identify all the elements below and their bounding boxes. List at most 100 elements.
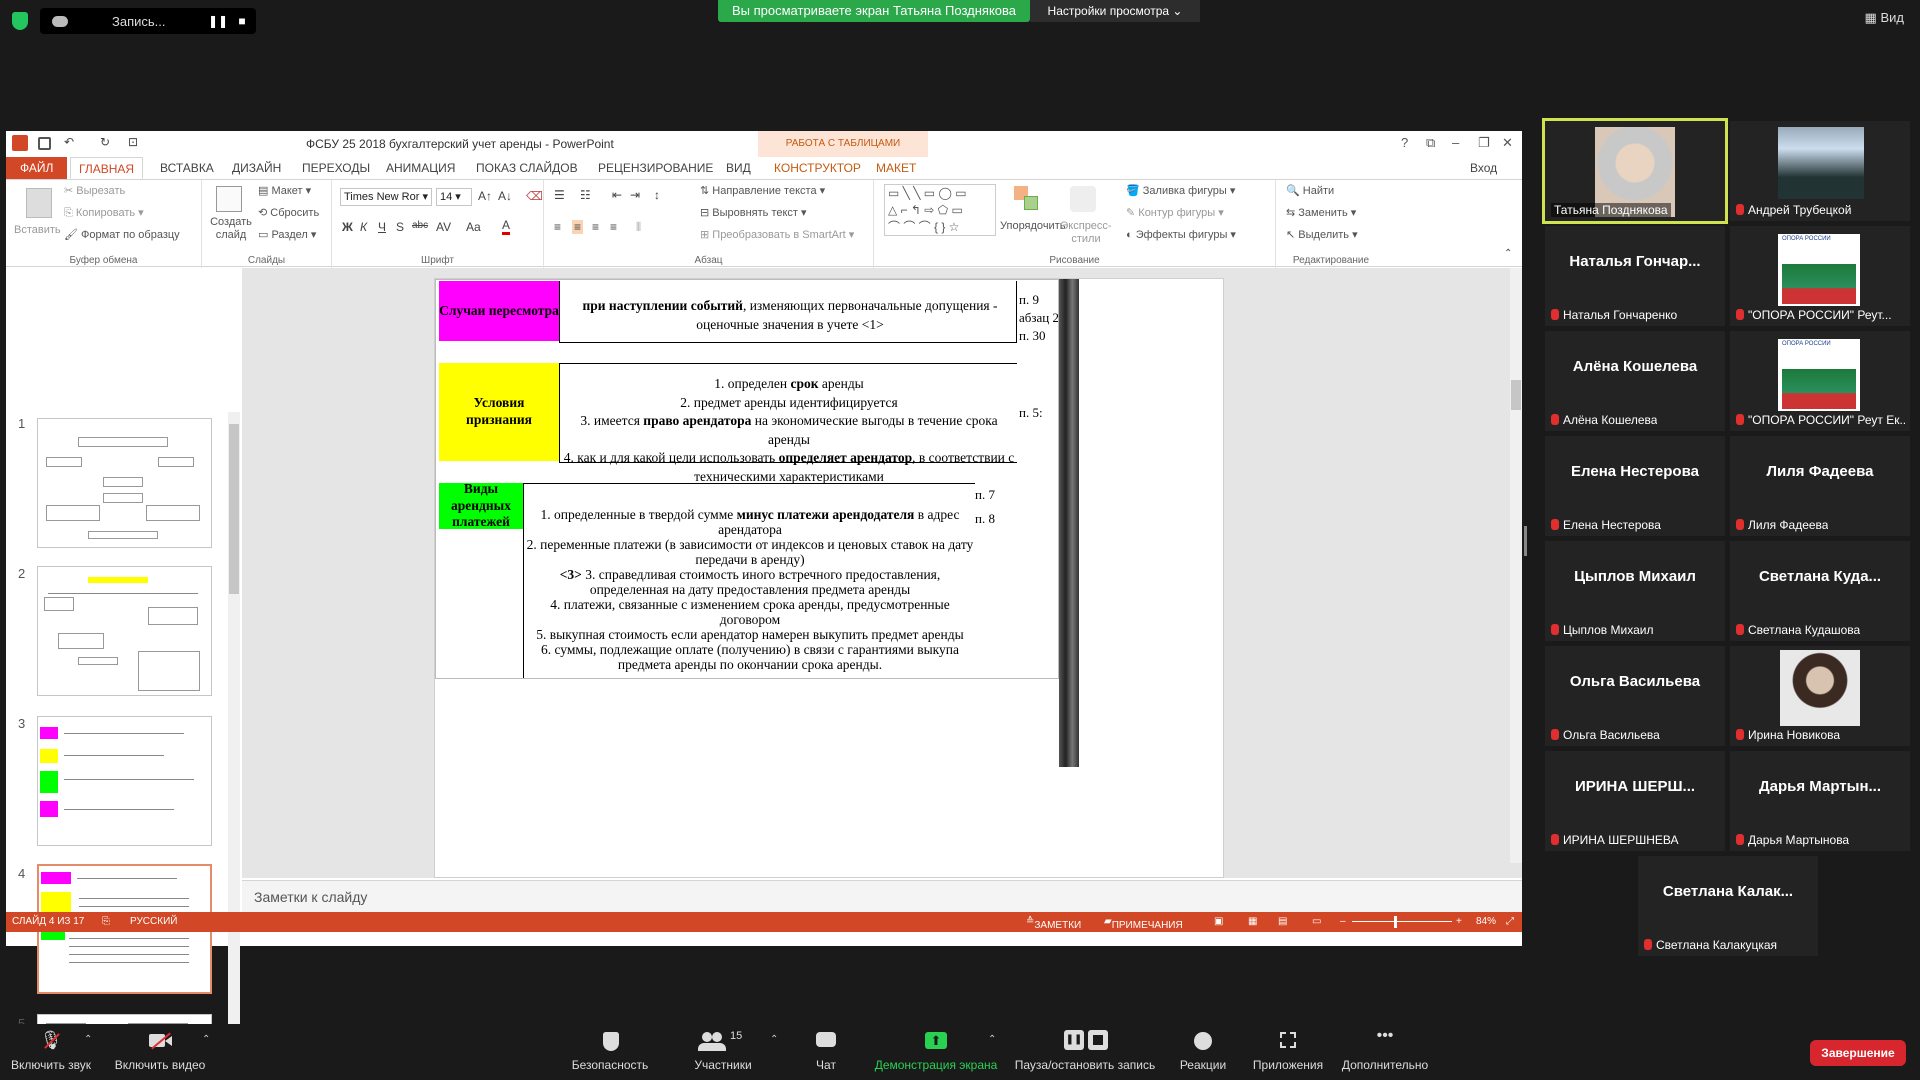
tab-slideshow[interactable]: ПОКАЗ СЛАЙДОВ: [468, 157, 586, 179]
tab-design[interactable]: ДИЗАЙН: [224, 157, 289, 179]
audio-options-chevron-icon[interactable]: ⌃: [84, 1034, 92, 1045]
quick-styles-button[interactable]: Экспресс-стили: [1058, 220, 1114, 246]
participant-tile[interactable]: Ольга Васильева Ольга Васильева: [1545, 646, 1725, 746]
italic-icon[interactable]: К: [360, 220, 367, 234]
participants-button[interactable]: 15 Участники: [680, 1030, 766, 1072]
participant-tile[interactable]: Елена Нестерова Елена Нестерова: [1545, 436, 1725, 536]
security-button[interactable]: Безопасность: [570, 1030, 650, 1072]
stop-recording-icon[interactable]: ■: [232, 11, 252, 31]
more-button[interactable]: ••• Дополнительно: [1338, 1028, 1432, 1073]
apps-button[interactable]: Приложения: [1246, 1030, 1330, 1072]
shape-fill-button[interactable]: 🪣 Заливка фигуры ▾: [1126, 184, 1235, 197]
slideshow-icon[interactable]: ▭: [1312, 916, 1321, 927]
minimize-icon[interactable]: –: [1452, 135, 1459, 150]
change-case-icon[interactable]: Aa: [466, 220, 481, 234]
zoom-slider-thumb[interactable]: [1394, 916, 1397, 928]
participant-tile-speaker[interactable]: Татьяна Позднякова: [1542, 118, 1728, 224]
participant-tile[interactable]: Ирина Новикова: [1730, 646, 1910, 746]
collapse-ribbon-icon[interactable]: ⌃: [1504, 248, 1512, 259]
shield-icon[interactable]: [12, 12, 28, 30]
start-video-button[interactable]: Включить видео: [112, 1030, 208, 1072]
current-slide[interactable]: Случаи пересмотра при наступлении событи…: [434, 278, 1224, 878]
slide-scroll-thumb[interactable]: [1511, 380, 1521, 410]
slide-thumbnail-2[interactable]: [37, 566, 212, 696]
participant-tile[interactable]: Лиля Фадеева Лиля Фадеева: [1730, 436, 1910, 536]
shapes-gallery[interactable]: ▭ ╲ ╲ ▭ ◯ ▭ △ ⌐ ↰ ⇨ ⬠ ▭ ⌒ ⌒ ⌒ { } ☆: [884, 184, 996, 236]
save-icon[interactable]: [38, 137, 51, 150]
participant-tile[interactable]: Дарья Мартын... Дарья Мартынова: [1730, 751, 1910, 851]
paste-icon[interactable]: [26, 188, 52, 218]
strikethrough-icon[interactable]: abc: [412, 220, 428, 231]
view-button[interactable]: ▦ Вид: [1865, 10, 1904, 26]
paste-button[interactable]: Вставить: [14, 224, 61, 236]
arrange-button[interactable]: Упорядочить: [1000, 220, 1065, 232]
shape-effects-button[interactable]: ◐ Эффекты фигуры ▾: [1126, 228, 1236, 241]
columns-icon[interactable]: ⫴: [636, 220, 641, 235]
video-options-chevron-icon[interactable]: ⌃: [202, 1034, 210, 1045]
layout-button[interactable]: ▤ Макет ▾: [258, 184, 311, 197]
bold-icon[interactable]: Ж: [342, 220, 353, 234]
new-slide-icon[interactable]: [216, 186, 242, 212]
numbering-icon[interactable]: ☷: [580, 188, 591, 202]
align-text-button[interactable]: ⊟ Выровнять текст ▾: [700, 206, 807, 219]
font-color-icon[interactable]: A: [502, 218, 511, 235]
zoom-in-icon[interactable]: +: [1456, 916, 1462, 927]
shadow-icon[interactable]: S: [396, 220, 404, 234]
participant-tile[interactable]: Светлана Калак... Светлана Калакуцкая: [1638, 856, 1818, 956]
tab-table-design[interactable]: КОНСТРУКТОР: [766, 157, 869, 179]
notes-button[interactable]: ≙ ЗАМЕТКИ: [1026, 916, 1081, 931]
format-painter-button[interactable]: 🖌 Формат по образцу: [64, 228, 180, 241]
end-meeting-button[interactable]: Завершение: [1810, 1040, 1906, 1066]
pause-stop-recording-button[interactable]: ❚❚ Пауза/остановить запись: [1010, 1030, 1160, 1072]
zoom-out-icon[interactable]: –: [1340, 916, 1346, 927]
increase-indent-icon[interactable]: ⇥: [630, 188, 640, 202]
participant-tile[interactable]: Алёна Кошелева Алёна Кошелева: [1545, 331, 1725, 431]
tab-review[interactable]: РЕЦЕНЗИРОВАНИЕ: [590, 157, 721, 179]
replace-button[interactable]: ⇆ Заменить ▾: [1286, 206, 1356, 219]
tab-transitions[interactable]: ПЕРЕХОДЫ: [294, 157, 378, 179]
bullets-icon[interactable]: ☰: [554, 188, 565, 202]
participant-tile[interactable]: Андрей Трубецкой: [1730, 121, 1910, 221]
arrange-icon[interactable]: [1014, 186, 1040, 212]
smartart-button[interactable]: ⊞ Преобразовать в SmartArt ▾: [700, 228, 854, 241]
section-button[interactable]: ▭ Раздел ▾: [258, 228, 316, 241]
participant-tile[interactable]: ОПОРА РОССИИ "ОПОРА РОССИИ" Реут Ек...: [1730, 331, 1910, 431]
participant-tile[interactable]: Цыплов Михаил Цыплов Михаил: [1545, 541, 1725, 641]
quick-styles-icon[interactable]: [1070, 186, 1096, 212]
tab-insert[interactable]: ВСТАВКА: [152, 157, 222, 179]
slide-sorter-icon[interactable]: ▦: [1248, 916, 1257, 927]
restore-icon[interactable]: ❐: [1478, 135, 1490, 151]
normal-view-icon[interactable]: ▣: [1214, 916, 1223, 927]
view-options-button[interactable]: Настройки просмотра ⌄: [1030, 0, 1200, 22]
comments-button[interactable]: ▰ ПРИМЕЧАНИЯ: [1104, 916, 1183, 931]
shrink-font-icon[interactable]: A↓: [498, 189, 512, 203]
copy-button[interactable]: ⎘ Копировать ▾: [64, 206, 144, 220]
pause-recording-icon[interactable]: ❚❚: [208, 11, 228, 31]
tab-home[interactable]: ГЛАВНАЯ: [70, 157, 144, 179]
share-screen-button[interactable]: ⬆ Демонстрация экрана: [870, 1030, 1002, 1072]
participant-tile[interactable]: Светлана Куда... Светлана Кудашова: [1730, 541, 1910, 641]
tab-view[interactable]: ВИД: [718, 157, 759, 179]
thumbnails-scrollbar[interactable]: [228, 412, 240, 1057]
grow-font-icon[interactable]: A↑: [478, 189, 492, 203]
justify-icon[interactable]: ≡: [610, 220, 617, 234]
share-options-chevron-icon[interactable]: ⌃: [988, 1034, 996, 1045]
spacing-icon[interactable]: AV: [436, 220, 451, 234]
shape-outline-button[interactable]: ✎ Контур фигуры ▾: [1126, 206, 1224, 219]
unmute-button[interactable]: 🎙︎ Включить звук: [8, 1030, 94, 1072]
underline-icon[interactable]: Ч: [378, 220, 386, 234]
tab-table-layout[interactable]: МАКЕТ: [868, 157, 924, 179]
participant-tile[interactable]: Наталья Гончар... Наталья Гончаренко: [1545, 226, 1725, 326]
align-left-icon[interactable]: ≡: [554, 220, 561, 234]
align-right-icon[interactable]: ≡: [592, 220, 599, 234]
slide-thumbnail-3[interactable]: [37, 716, 212, 846]
zoom-level[interactable]: 84%: [1476, 916, 1496, 927]
signin-link[interactable]: Вход: [1462, 157, 1505, 179]
language-label[interactable]: РУССКИЙ: [130, 916, 177, 927]
select-button[interactable]: ↖ Выделить ▾: [1286, 228, 1358, 241]
participant-tile[interactable]: ИРИНА ШЕРШ... ИРИНА ШЕРШНЕВА: [1545, 751, 1725, 851]
thumbnails-scroll-thumb[interactable]: [229, 424, 239, 594]
text-direction-button[interactable]: ⇅ Направление текста ▾: [700, 184, 825, 197]
decrease-indent-icon[interactable]: ⇤: [612, 188, 622, 202]
chat-button[interactable]: Чат: [796, 1030, 856, 1072]
